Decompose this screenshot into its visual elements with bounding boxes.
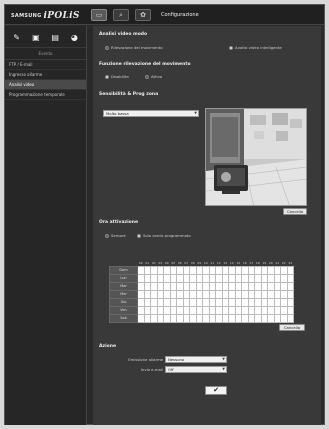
camera-icon[interactable]: ▣ [30, 32, 42, 44]
brand-logo: SAMSUNG iPOLiS [11, 11, 80, 21]
sidebar-item-schedule[interactable]: Programmazione temporale [5, 90, 86, 100]
schedule-cell[interactable] [286, 305, 294, 315]
day-label: Mer [109, 289, 138, 299]
tools-icon[interactable]: ✎ [11, 32, 23, 44]
schedule-row: Mar [109, 281, 294, 291]
sidebar: ✎ ▣ ▤ ◕ Evento FTP / E-mail Ingresso all… [5, 26, 87, 425]
day-label: Dom [109, 265, 138, 275]
schedule-row: Sab [109, 313, 294, 323]
schedule-cell[interactable] [286, 297, 294, 307]
sidebar-item-alarm-input[interactable]: Ingresso allarme [5, 70, 86, 80]
day-label: Ven [109, 305, 138, 315]
sensitivity-title: Sensibilità & Prog zona [99, 92, 159, 97]
schedule-cell[interactable] [286, 281, 294, 291]
apply-button[interactable]: ✔ [205, 386, 227, 395]
page-title: Configurazione [161, 12, 199, 18]
mode-title: Analisi video modo [99, 32, 148, 37]
schedule-row: Dom [109, 265, 294, 275]
alarm-output-label: Emissione allarme [128, 357, 163, 362]
gear-icon[interactable]: ✿ [135, 9, 151, 21]
network-icon[interactable]: ◕ [68, 32, 80, 44]
sidebar-heading: Evento [5, 48, 86, 60]
radio-scheduled[interactable]: Solo orario programmato [137, 233, 191, 238]
radio-always[interactable]: Sempre [105, 233, 126, 238]
main-panel: Analisi video modo Rilevazione del movim… [93, 26, 321, 425]
checkmark-icon: ✔ [213, 386, 219, 394]
function-title: Funzione rilevazione del movimento [99, 62, 191, 67]
email-select[interactable]: Off ▼ [165, 366, 227, 373]
cancel-area-button[interactable]: Cancella [283, 208, 307, 215]
schedule-cell[interactable] [286, 273, 294, 283]
schedule-row: Mer [109, 289, 294, 299]
email-label: Invio e-mail [140, 367, 163, 372]
search-icon[interactable]: ⌕ [113, 9, 129, 21]
schedule-title: Ora attivazione [99, 220, 139, 225]
sidebar-item-video-analytics[interactable]: Analisi video [5, 80, 86, 90]
schedule-cell[interactable] [286, 313, 294, 323]
sensitivity-select[interactable]: Molto bassa ▼ [103, 110, 199, 117]
monitor-icon[interactable]: ▭ [91, 9, 107, 21]
day-label: Gio [109, 297, 138, 307]
document-icon[interactable]: ▤ [49, 32, 61, 44]
top-bar: SAMSUNG iPOLiS ▭ ⌕ ✿ Configurazione [5, 5, 324, 25]
day-label: Sab [109, 313, 138, 323]
radio-enable[interactable]: Attiva [145, 74, 162, 79]
radio-intelligent-analytics[interactable]: Analisi video intelligente [229, 45, 282, 50]
sidebar-icons: ✎ ▣ ▤ ◕ [5, 26, 86, 48]
day-label: Lun [109, 273, 138, 283]
sidebar-item-ftp-email[interactable]: FTP / E-mail [5, 60, 86, 70]
app-window: SAMSUNG iPOLiS ▭ ⌕ ✿ Configurazione ✎ ▣ … [4, 4, 325, 425]
day-label: Mar [109, 281, 138, 291]
clear-schedule-button[interactable]: Cancella [279, 324, 305, 331]
radio-disable[interactable]: Disabilita [105, 74, 129, 79]
action-title: Azione [99, 344, 116, 349]
schedule-cell[interactable] [286, 265, 294, 275]
alarm-output-select[interactable]: Nessuno ▼ [165, 356, 227, 363]
schedule-cell[interactable] [286, 289, 294, 299]
schedule-row: Lun [109, 273, 294, 283]
radio-motion-detection[interactable]: Rilevazione del movimento [105, 45, 163, 50]
schedule-row: Ven [109, 305, 294, 315]
schedule-row: Gio [109, 297, 294, 307]
schedule-grid[interactable]: 00 01 02 03 04 05 06 07 08 09 10 11 12 1… [109, 260, 294, 323]
camera-preview [205, 108, 307, 206]
camera-preview-image [206, 109, 306, 205]
